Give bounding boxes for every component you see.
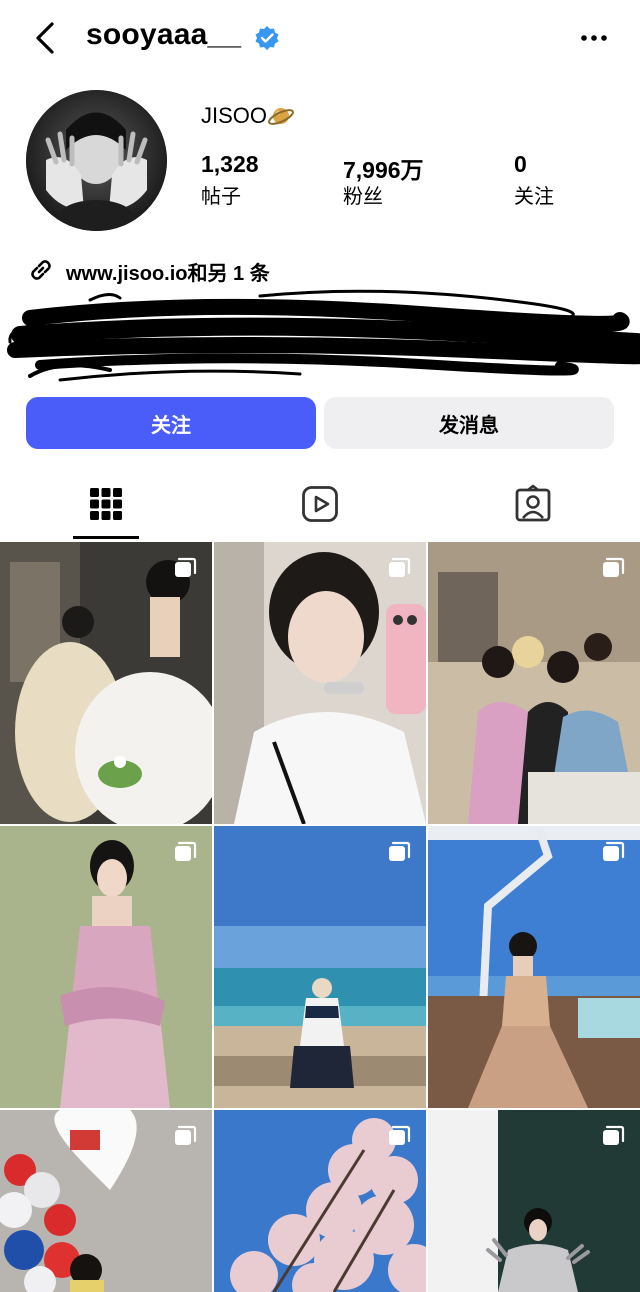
- reels-icon[interactable]: [300, 484, 340, 524]
- post-thumbnail[interactable]: [0, 826, 212, 1108]
- more-options-icon[interactable]: [576, 26, 612, 50]
- planet-icon: [268, 108, 294, 125]
- carousel-post-icon: [389, 1125, 411, 1145]
- carousel-post-icon: [603, 1125, 625, 1145]
- back-arrow-icon[interactable]: [30, 18, 66, 58]
- followers-label: 粉丝: [343, 186, 383, 208]
- carousel-post-icon: [175, 1125, 197, 1145]
- carousel-post-icon: [175, 557, 197, 577]
- post-thumbnail[interactable]: [214, 1110, 426, 1292]
- carousel-post-icon: [603, 841, 625, 861]
- profile-username: sooyaaa__: [86, 18, 242, 51]
- post-thumbnail[interactable]: [0, 542, 212, 824]
- verified-badge-icon: [255, 26, 279, 50]
- message-button[interactable]: 发消息: [324, 397, 614, 449]
- post-thumbnail[interactable]: [428, 1110, 640, 1292]
- grid-icon[interactable]: [86, 484, 126, 524]
- posts-count[interactable]: 1,328: [201, 151, 259, 178]
- post-thumbnail[interactable]: [428, 542, 640, 824]
- post-thumbnail[interactable]: [214, 826, 426, 1108]
- follow-button[interactable]: 关注: [26, 397, 316, 449]
- post-thumbnail[interactable]: [428, 826, 640, 1108]
- post-thumbnail[interactable]: [0, 1110, 212, 1292]
- active-tab-indicator: [73, 536, 139, 539]
- redacted-bio-scribble: [7, 289, 640, 382]
- tagged-icon[interactable]: [513, 484, 553, 524]
- profile-avatar[interactable]: [26, 90, 167, 231]
- carousel-post-icon: [389, 841, 411, 861]
- following-count[interactable]: 0: [514, 151, 527, 178]
- carousel-post-icon: [603, 557, 625, 577]
- posts-label: 帖子: [201, 186, 241, 208]
- display-name: JISOO: [201, 103, 268, 128]
- post-thumbnail[interactable]: [214, 542, 426, 824]
- carousel-post-icon: [175, 841, 197, 861]
- carousel-post-icon: [389, 557, 411, 577]
- following-label: 关注: [514, 186, 554, 208]
